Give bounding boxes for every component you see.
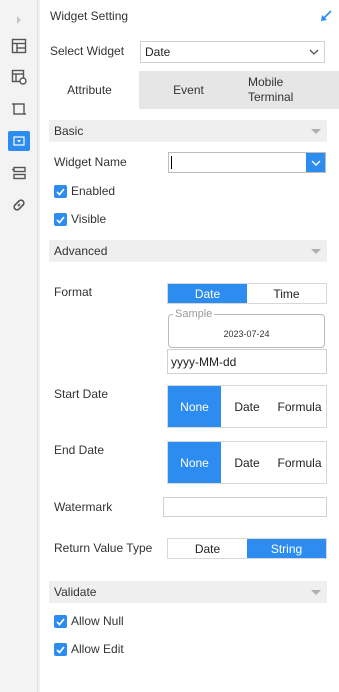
end-date-option-none[interactable]: None <box>168 442 221 483</box>
start-date-label: Start Date <box>54 387 109 401</box>
return-value-type-label: Return Value Type <box>54 541 153 555</box>
link-icon[interactable] <box>8 195 30 215</box>
start-date-option-none[interactable]: None <box>168 386 221 427</box>
collapse-arrow-icon[interactable] <box>319 9 333 23</box>
sample-preview: Sample 2023-07-24 <box>168 308 325 348</box>
allow-null-checkbox[interactable] <box>54 615 67 628</box>
chevron-down-icon[interactable] <box>306 153 325 172</box>
widget-name-combobox[interactable] <box>168 152 326 173</box>
select-widget-label: Select Widget <box>50 44 125 58</box>
end-date-option-formula[interactable]: Formula <box>273 442 326 483</box>
widget-dropdown-icon[interactable] <box>8 131 30 151</box>
format-label: Format <box>54 285 93 299</box>
format-toggle: Date Time <box>167 283 327 304</box>
start-date-option-formula[interactable]: Formula <box>273 386 326 427</box>
start-date-option-date[interactable]: Date <box>221 386 273 427</box>
tab-attribute[interactable]: Attribute <box>40 71 139 109</box>
tab-event[interactable]: Event <box>139 71 238 109</box>
allow-edit-checkbox[interactable] <box>54 643 67 656</box>
select-widget-value: Date <box>145 45 171 59</box>
return-value-type-toggle: Date String <box>167 538 327 559</box>
sample-legend: Sample <box>173 308 215 320</box>
return-type-option-date[interactable]: Date <box>168 539 247 558</box>
allow-edit-label: Allow Edit <box>71 642 124 656</box>
return-type-option-string[interactable]: String <box>247 539 326 558</box>
validate-section-title: Validate <box>54 585 97 599</box>
watermark-input[interactable] <box>163 497 327 517</box>
end-date-label: End Date <box>54 443 105 457</box>
panel-header: Widget Setting <box>40 0 339 32</box>
advanced-section-header[interactable]: Advanced <box>49 240 327 262</box>
basic-section-title: Basic <box>54 124 84 138</box>
date-pattern-input[interactable]: yyyy-MM-dd <box>167 349 327 374</box>
enabled-label: Enabled <box>71 184 116 198</box>
visible-label: Visible <box>71 212 107 226</box>
panel-title: Widget Setting <box>50 9 129 23</box>
tab-bar: Attribute Event Mobile Terminal <box>40 71 339 109</box>
caret-down-icon <box>311 590 321 595</box>
sample-value: 2023-07-24 <box>223 329 270 339</box>
caret-down-icon <box>311 249 321 254</box>
caret-down-icon <box>311 129 321 134</box>
end-date-toggle: None Date Formula <box>167 441 327 484</box>
tab-mobile-terminal-label: Mobile Terminal <box>248 75 294 104</box>
left-icon-rail <box>0 0 38 692</box>
start-date-toggle: None Date Formula <box>167 385 327 428</box>
watermark-label: Watermark <box>54 500 113 514</box>
tab-mobile-terminal[interactable]: Mobile Terminal <box>238 71 339 109</box>
visible-checkbox[interactable] <box>54 213 67 226</box>
list-settings-icon[interactable] <box>8 163 30 183</box>
select-widget-dropdown[interactable]: Date <box>140 41 325 63</box>
allow-null-label: Allow Null <box>71 614 124 628</box>
format-option-time[interactable]: Time <box>247 284 326 303</box>
tab-attribute-label: Attribute <box>67 82 112 97</box>
expand-arrow-icon[interactable] <box>8 10 30 30</box>
table-layout-icon[interactable] <box>8 36 30 56</box>
widget-name-label: Widget Name <box>54 155 127 169</box>
frame-icon[interactable] <box>8 99 30 119</box>
grid-settings-icon[interactable] <box>8 67 30 87</box>
tab-event-label: Event <box>173 82 204 97</box>
text-cursor <box>171 156 172 169</box>
format-option-date[interactable]: Date <box>168 284 247 303</box>
end-date-option-date[interactable]: Date <box>221 442 273 483</box>
basic-section-header[interactable]: Basic <box>49 120 327 142</box>
validate-section-header[interactable]: Validate <box>49 581 327 603</box>
enabled-checkbox[interactable] <box>54 185 67 198</box>
chevron-down-icon <box>304 42 324 62</box>
widget-setting-panel: Widget Setting Select Widget Date Attrib… <box>40 0 339 692</box>
advanced-section-title: Advanced <box>54 244 108 258</box>
date-pattern-value: yyyy-MM-dd <box>171 355 237 369</box>
